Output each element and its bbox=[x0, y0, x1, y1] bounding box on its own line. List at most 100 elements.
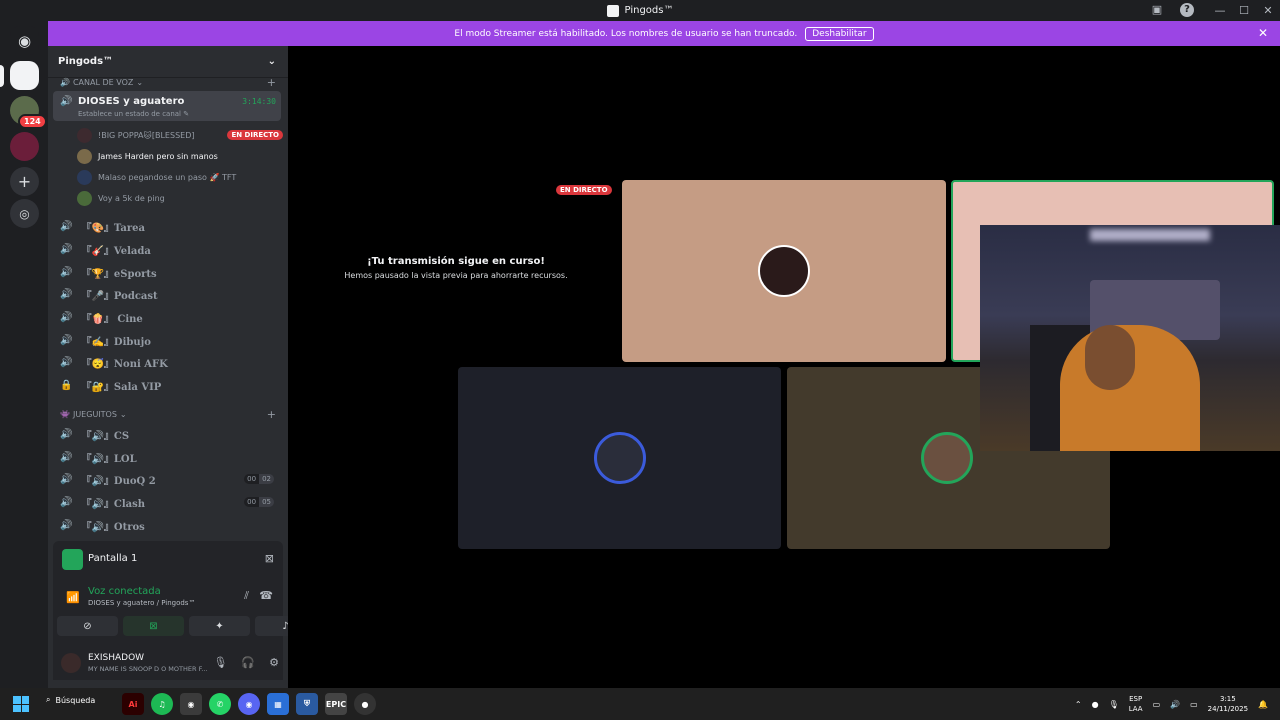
channel-sidebar: Pingods™ ⌄ 🔊 CANAL DE VOZ ⌄ + 🔊 DIOSES y… bbox=[48, 46, 316, 688]
stop-stream-icon[interactable]: ⊠ bbox=[265, 552, 274, 565]
avatar bbox=[594, 432, 646, 484]
disable-streamer-button[interactable]: Deshabilitar bbox=[805, 26, 874, 41]
username: EXISHADOW bbox=[88, 653, 145, 663]
volume-icon[interactable]: 🔊 bbox=[1170, 700, 1180, 709]
add-server-icon[interactable]: + bbox=[10, 167, 39, 196]
explore-icon[interactable]: ◎ bbox=[10, 199, 39, 228]
paused-subtitle: Hemos pausado la vista previa para ahorr… bbox=[344, 271, 568, 280]
help-icon[interactable]: ? bbox=[1180, 3, 1194, 17]
language-indicator[interactable]: ESP LAA bbox=[1129, 694, 1143, 714]
speaker-icon: 🔊 bbox=[60, 334, 73, 346]
user-count: 00 02 bbox=[244, 474, 274, 484]
participant-tile[interactable] bbox=[458, 367, 781, 549]
voice-channel[interactable]: 🔒 『🔐』Sala VIP bbox=[60, 375, 280, 395]
disconnect-icon[interactable]: ☎ bbox=[259, 589, 273, 602]
close-banner-icon[interactable]: ✕ bbox=[1258, 26, 1268, 40]
voice-channel[interactable]: 🔊 『🎸』Velada bbox=[60, 239, 280, 259]
voice-member[interactable]: Malaso pegandose un paso 🚀 TFT bbox=[77, 167, 277, 187]
add-channel-icon[interactable]: + bbox=[267, 408, 276, 421]
voice-channel[interactable]: 🔊 『🔊』LOL bbox=[60, 447, 280, 467]
webcam-overlay[interactable] bbox=[980, 225, 1280, 451]
headphones-icon[interactable]: 🎧 bbox=[241, 656, 255, 669]
start-button[interactable] bbox=[13, 696, 29, 712]
voice-member[interactable]: !BIG POPPA🐱[BLESSED] EN DIRECTO bbox=[77, 125, 283, 145]
voice-channel[interactable]: 🔊 『🔊』Clash 00 05 bbox=[60, 492, 280, 512]
server-pingods-icon[interactable] bbox=[10, 61, 39, 90]
voice-channel[interactable]: 🔊 『🏆』eSports bbox=[60, 262, 280, 282]
gamepad-icon: 👾 bbox=[60, 410, 70, 419]
avatar bbox=[77, 190, 92, 206]
member-name: Voy a 5k de ping bbox=[98, 193, 165, 203]
channel-name: DIOSES y aguatero bbox=[78, 96, 185, 107]
clock[interactable]: 3:15 24/11/2025 bbox=[1208, 694, 1248, 714]
avatar bbox=[77, 148, 92, 164]
user-panel[interactable]: EXISHADOW MY NAME IS SNOOP D O MOTHER F.… bbox=[57, 649, 279, 677]
close-window-button[interactable]: ✕ bbox=[1256, 4, 1280, 17]
speaker-icon: 🔊 bbox=[60, 288, 73, 300]
activities-button[interactable]: ✦ bbox=[189, 616, 250, 636]
server-header[interactable]: Pingods™ ⌄ bbox=[48, 46, 288, 78]
speaker-icon: 🔊 bbox=[60, 311, 73, 323]
voice-channel[interactable]: 🔊 『🔊』Otros bbox=[60, 515, 280, 535]
member-name: !BIG POPPA🐱[BLESSED] bbox=[98, 130, 195, 140]
category-voice[interactable]: 🔊 CANAL DE VOZ ⌄ + bbox=[60, 76, 276, 89]
paused-preview-message: ¡Tu transmisión sigue en curso! Hemos pa… bbox=[336, 256, 576, 280]
screen-label: Pantalla 1 bbox=[88, 553, 138, 564]
category-label: JUEGUITOS bbox=[72, 410, 117, 419]
category-games[interactable]: 👾 JUEGUITOS ⌄ + bbox=[60, 408, 276, 421]
camera-off-button[interactable]: ⊘ bbox=[57, 616, 118, 636]
settings-gear-icon[interactable]: ⚙ bbox=[269, 656, 279, 669]
server-name: Pingods™ bbox=[58, 56, 114, 67]
battery-icon[interactable]: ▭ bbox=[1190, 700, 1198, 709]
chrome-app-icon[interactable]: ◉ bbox=[180, 693, 202, 715]
channel-status[interactable]: Establece un estado de canal ✎ bbox=[78, 110, 189, 118]
voice-channel[interactable]: 🔊 『🔊』CS bbox=[60, 424, 280, 444]
noise-suppression-icon[interactable]: ⫽ bbox=[244, 589, 249, 603]
epic-games-app-icon[interactable]: EPIC bbox=[325, 693, 347, 715]
chevron-down-icon: ⌄ bbox=[119, 410, 127, 419]
chevron-down-icon: ⌄ bbox=[267, 56, 276, 67]
voice-channel-path[interactable]: DIOSES y aguatero / Pingods™ bbox=[88, 599, 195, 607]
screen-share-icon bbox=[62, 549, 83, 570]
tray-app-icon[interactable]: ● bbox=[1092, 700, 1099, 709]
voice-channel[interactable]: 🔊 『✍️』Dibujo bbox=[60, 330, 280, 350]
speaker-icon: 🔊 bbox=[60, 428, 73, 440]
screen-share-button[interactable]: ⊠ bbox=[123, 616, 184, 636]
riot-client-app-icon[interactable]: ● bbox=[354, 693, 376, 715]
whatsapp-app-icon[interactable]: ✆ bbox=[209, 693, 231, 715]
voice-channel[interactable]: 🔊 『🍿』 Cine bbox=[60, 307, 280, 327]
spotify-app-icon[interactable]: ♫ bbox=[151, 693, 173, 715]
notification-bell-icon[interactable]: 🔔 bbox=[1258, 700, 1268, 709]
speaker-icon: 🔊 bbox=[60, 266, 73, 278]
speaker-icon: 🔊 bbox=[60, 496, 73, 508]
network-icon[interactable]: ▭ bbox=[1153, 700, 1161, 709]
microphone-icon[interactable]: 🎙 bbox=[1109, 700, 1119, 709]
member-name: James Harden pero sin manos bbox=[98, 151, 218, 161]
voice-channel[interactable]: 🔊 『🎨』Tarea bbox=[60, 216, 280, 236]
window-titlebar: Pingods™ ▣ ? — ☐ ✕ bbox=[0, 0, 1280, 21]
signal-icon[interactable]: 📶 bbox=[66, 591, 80, 604]
participant-tile[interactable] bbox=[622, 180, 946, 362]
member-name: Malaso pegandose un paso 🚀 TFT bbox=[98, 172, 237, 182]
chevron-up-icon[interactable]: ⌃ bbox=[1075, 700, 1082, 709]
search-icon: ⌕ bbox=[46, 695, 51, 704]
inbox-icon[interactable]: ▣ bbox=[1150, 3, 1164, 17]
voice-channel[interactable]: 🔊 『🔊』DuoQ 2 00 02 bbox=[60, 469, 280, 489]
shield-app-icon[interactable]: ⛨ bbox=[296, 693, 318, 715]
active-voice-channel[interactable]: 🔊 DIOSES y aguatero 3:14:30 Establece un… bbox=[53, 91, 281, 121]
microphone-icon[interactable]: 🎙 bbox=[213, 656, 227, 669]
discord-home-icon[interactable]: ◉ bbox=[10, 26, 39, 55]
voice-channel[interactable]: 🔊 『😴』Noni AFK bbox=[60, 352, 280, 372]
avatar bbox=[61, 653, 81, 673]
server-icon[interactable] bbox=[10, 132, 39, 161]
voice-channel[interactable]: 🔊 『🎤』Podcast bbox=[60, 284, 280, 304]
calculator-app-icon[interactable]: ▦ bbox=[267, 693, 289, 715]
maximize-button[interactable]: ☐ bbox=[1232, 4, 1256, 17]
minimize-button[interactable]: — bbox=[1208, 4, 1232, 17]
voice-member[interactable]: James Harden pero sin manos bbox=[77, 146, 277, 166]
add-channel-icon[interactable]: + bbox=[267, 76, 276, 89]
taskbar-search[interactable]: ⌕ Búsqueda bbox=[46, 695, 95, 705]
discord-app-icon[interactable]: ◉ bbox=[238, 693, 260, 715]
illustrator-app-icon[interactable]: Ai bbox=[122, 693, 144, 715]
voice-member[interactable]: Voy a 5k de ping bbox=[77, 188, 277, 208]
